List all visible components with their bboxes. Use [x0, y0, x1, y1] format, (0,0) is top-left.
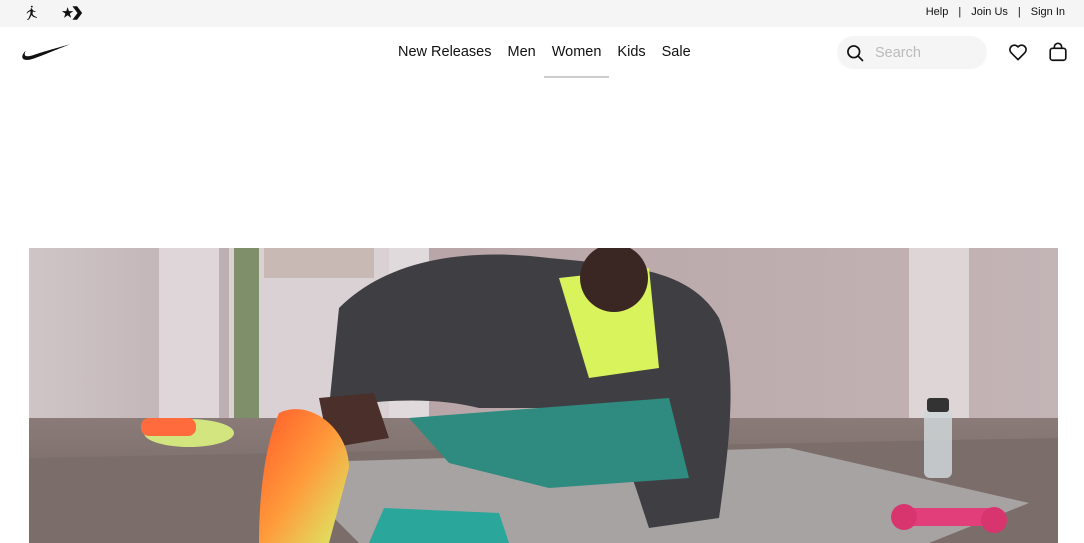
jordan-brand-link[interactable]	[21, 3, 43, 23]
search-icon	[847, 44, 864, 61]
help-link[interactable]: Help	[926, 6, 949, 18]
nav-women[interactable]: Women	[543, 27, 610, 78]
nav-sale[interactable]: Sale	[654, 27, 699, 77]
utility-links: Help | Join Us | Sign In	[926, 0, 1065, 24]
nav-kids[interactable]: Kids	[609, 27, 653, 77]
converse-star-chevron-icon	[61, 6, 83, 20]
main-header: New Releases Men Women Kids Sale	[0, 27, 1084, 87]
search-box	[837, 36, 987, 69]
separator: |	[1017, 6, 1021, 18]
separator: |	[958, 6, 962, 18]
shopping-bag-icon	[1049, 42, 1067, 62]
sign-in-link[interactable]: Sign In	[1031, 6, 1065, 18]
jumpman-icon	[26, 5, 38, 20]
main-nav: New Releases Men Women Kids Sale	[390, 27, 699, 78]
hero-image[interactable]	[29, 248, 1058, 543]
nav-men[interactable]: Men	[500, 27, 544, 77]
search-input[interactable]	[875, 44, 979, 61]
join-us-link[interactable]: Join Us	[971, 6, 1008, 18]
utility-bar: Help | Join Us | Sign In	[0, 0, 1084, 27]
heart-icon	[1009, 44, 1027, 61]
hero-photo	[29, 248, 1058, 543]
converse-brand-link[interactable]	[60, 3, 84, 23]
search-button[interactable]	[837, 36, 873, 69]
nike-swoosh-icon	[22, 44, 70, 60]
nike-logo-link[interactable]	[21, 41, 73, 63]
favorites-button[interactable]	[1006, 40, 1030, 64]
bag-button[interactable]	[1046, 40, 1070, 64]
nav-new-releases[interactable]: New Releases	[390, 27, 500, 77]
